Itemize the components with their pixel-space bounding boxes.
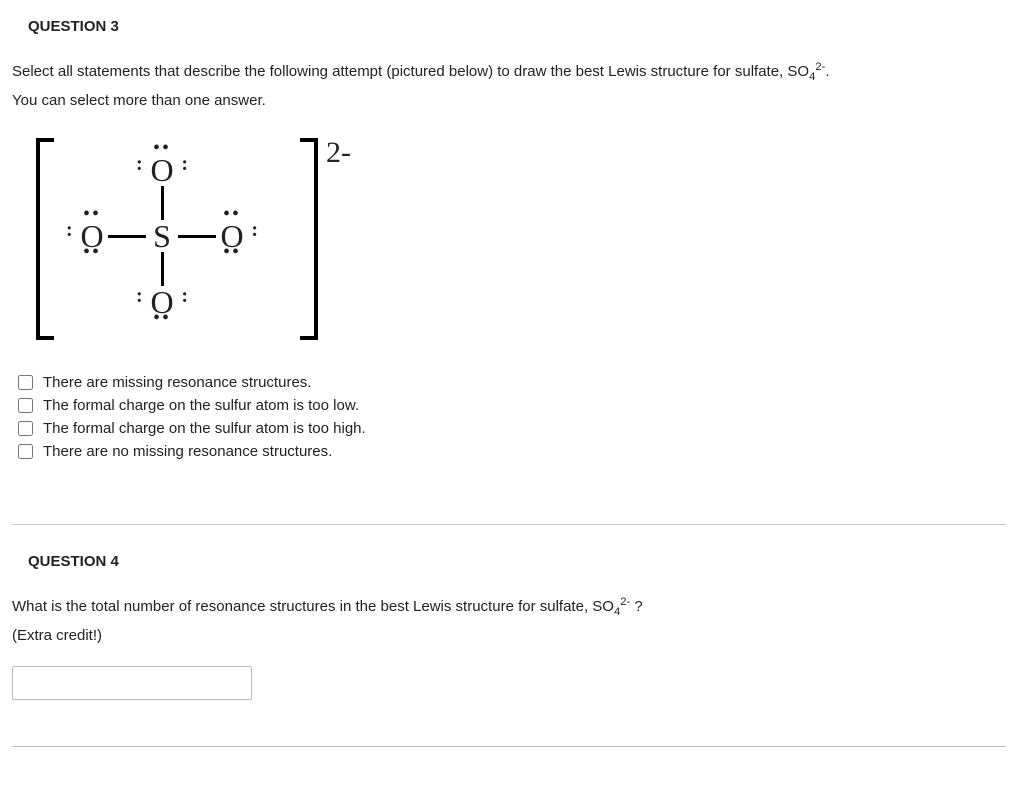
bracket-left-icon <box>36 138 54 340</box>
q3-prompt-part1: Select all statements that describe the … <box>12 63 809 80</box>
q3-checkbox-1[interactable] <box>18 375 33 390</box>
q3-option-1-label: There are missing resonance structures. <box>43 374 311 391</box>
oxygen-right: •• O : •• <box>216 220 248 252</box>
q3-option-1[interactable]: There are missing resonance structures. <box>18 374 1006 391</box>
q3-checkbox-2[interactable] <box>18 398 33 413</box>
question-3-prompt-line2: You can select more than one answer. <box>12 90 1006 113</box>
bond-bottom <box>146 252 178 286</box>
bond-top <box>146 186 178 220</box>
oxygen-left: •• : O •• <box>76 220 108 252</box>
q3-formula-sup: 2- <box>815 61 825 73</box>
q3-checkbox-3[interactable] <box>18 421 33 436</box>
q3-prompt-part2: . <box>825 63 829 80</box>
question-4-prompt-line1: What is the total number of resonance st… <box>12 594 1006 621</box>
q3-checkbox-4[interactable] <box>18 444 33 459</box>
question-4-heading: QUESTION 4 <box>28 553 1006 570</box>
lewis-structure: •• : O : •• : O •• S <box>36 134 1006 344</box>
question-4: QUESTION 4 What is the total number of r… <box>12 553 1006 719</box>
oxygen-top: •• : O : <box>146 154 178 186</box>
q3-option-4-label: There are no missing resonance structure… <box>43 443 332 460</box>
bond-left <box>108 220 146 252</box>
q3-option-2-label: The formal charge on the sulfur atom is … <box>43 397 359 414</box>
q3-option-4[interactable]: There are no missing resonance structure… <box>18 443 1006 460</box>
q4-answer-input[interactable] <box>12 666 252 700</box>
q4-formula-sup: 2- <box>620 596 630 608</box>
q3-options: There are missing resonance structures. … <box>18 374 1006 460</box>
bracket-right-icon <box>300 138 318 340</box>
sulfur-center: S <box>146 220 178 252</box>
lewis-grid: •• : O : •• : O •• S <box>36 142 318 336</box>
oxygen-bottom: : O : •• <box>146 286 178 318</box>
sulfur-label: S <box>153 220 171 252</box>
question-3-prompt-line1: Select all statements that describe the … <box>12 59 1006 86</box>
divider-1 <box>12 524 1006 525</box>
divider-2 <box>12 746 1006 747</box>
q4-prompt-part1: What is the total number of resonance st… <box>12 598 614 615</box>
q3-option-2[interactable]: The formal charge on the sulfur atom is … <box>18 397 1006 414</box>
question-4-prompt-line2: (Extra credit!) <box>12 625 1006 648</box>
lewis-bracket-box: •• : O : •• : O •• S <box>36 134 318 344</box>
ion-charge: 2- <box>326 136 351 170</box>
q4-prompt-part2: ? <box>630 598 643 615</box>
question-3-heading: QUESTION 3 <box>28 18 1006 35</box>
bond-right <box>178 220 216 252</box>
question-3: QUESTION 3 Select all statements that de… <box>12 18 1006 486</box>
q3-option-3[interactable]: The formal charge on the sulfur atom is … <box>18 420 1006 437</box>
q3-option-3-label: The formal charge on the sulfur atom is … <box>43 420 366 437</box>
